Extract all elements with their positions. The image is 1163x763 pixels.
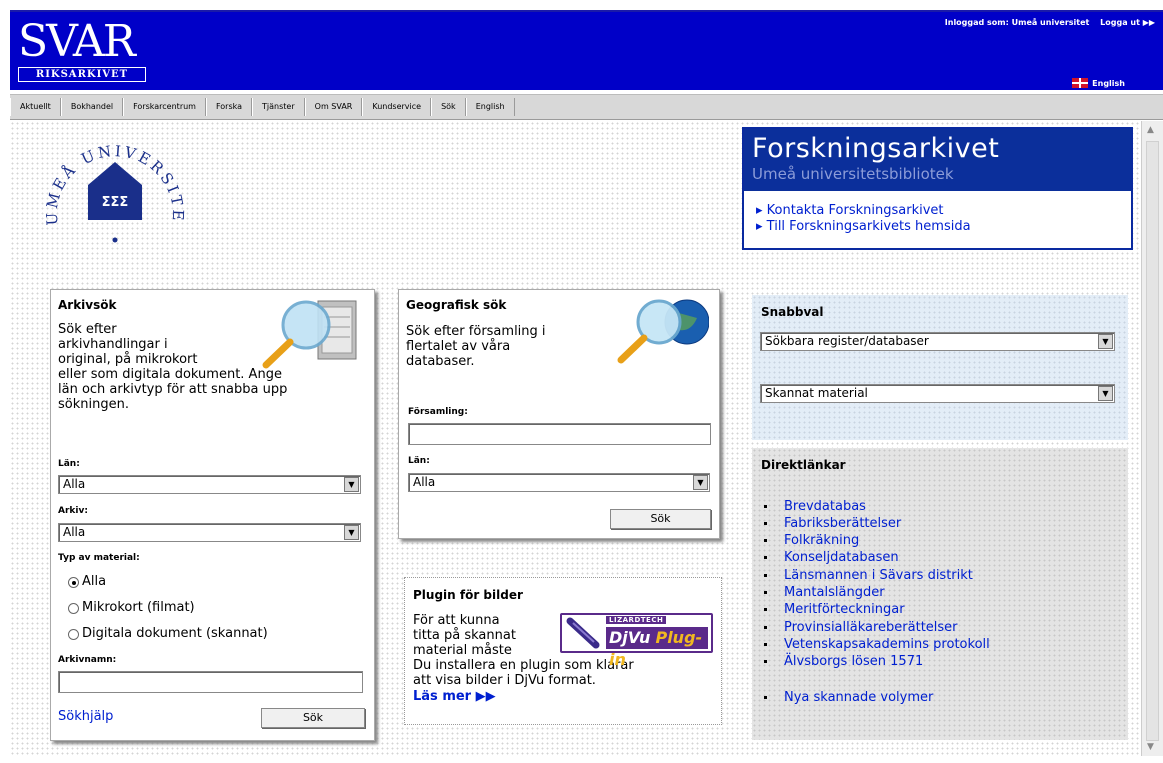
direktlank-brevdatabas[interactable]: Brevdatabas bbox=[764, 498, 866, 515]
direktlank-meritforteckningar[interactable]: Meritförteckningar bbox=[764, 601, 905, 618]
nav-aktuellt[interactable]: Aktuellt bbox=[10, 98, 61, 116]
nav-kundservice[interactable]: Kundservice bbox=[362, 98, 432, 116]
nav-tjanster[interactable]: Tjänster bbox=[252, 98, 305, 116]
radio-alla-label: Alla bbox=[82, 574, 107, 589]
direktlank-lansmannen[interactable]: Länsmannen i Sävars distrikt bbox=[764, 567, 973, 584]
geo-lan-select[interactable]: Alla ▼ bbox=[408, 473, 710, 492]
forsamling-input[interactable] bbox=[408, 423, 711, 445]
nav-english[interactable]: English bbox=[465, 98, 515, 116]
vertical-scrollbar[interactable]: ▲ ▼ bbox=[1141, 121, 1163, 756]
djvu-pen-icon bbox=[566, 617, 600, 649]
typ-radio-digitala[interactable]: Digitala dokument (skannat) bbox=[68, 626, 268, 642]
lan-select[interactable]: Alla ▼ bbox=[58, 475, 361, 494]
arkivsok-panel: Arkivsök Sök efter arkivhandlingar i ori… bbox=[50, 289, 375, 741]
geo-lan-dropdown-arrow-icon[interactable]: ▼ bbox=[693, 475, 708, 490]
plugin-info-box: Plugin för bilder För att kunna titta på… bbox=[404, 577, 722, 725]
geographic-search-magnifier-icon bbox=[617, 299, 709, 364]
snabbval-box: Snabbval Sökbara register/databaser ▼ Sk… bbox=[752, 295, 1128, 440]
english-label: English bbox=[1092, 78, 1125, 88]
forskningsarkivet-title: Forskningsarkivet bbox=[752, 133, 1000, 164]
djvu-text: DjVu bbox=[609, 628, 651, 647]
archive-search-magnifier-icon bbox=[262, 300, 357, 369]
nav-forska[interactable]: Forska bbox=[205, 98, 253, 116]
arkivsok-title: Arkivsök bbox=[58, 298, 117, 312]
typ-av-material-label: Typ av material: bbox=[58, 553, 140, 563]
main-nav: Aktuellt Bokhandel Forskarcentrum Forska… bbox=[10, 94, 1163, 120]
snabbval-title: Snabbval bbox=[761, 305, 824, 319]
sokbara-register-arrow-icon[interactable]: ▼ bbox=[1098, 334, 1113, 349]
scroll-down-arrow-icon[interactable]: ▼ bbox=[1147, 742, 1154, 752]
direktlank-fabriksberattelser[interactable]: Fabriksberättelser bbox=[764, 515, 901, 532]
skannat-material-value: Skannat material bbox=[765, 386, 868, 400]
arkivnamn-input[interactable] bbox=[58, 671, 363, 693]
radio-alla-icon[interactable] bbox=[68, 576, 79, 588]
radio-digitala-icon[interactable] bbox=[68, 628, 79, 640]
direktlank-provinsiallakare[interactable]: Provinsialläkareberättelser bbox=[764, 619, 958, 636]
riksarkivet-logo: RIKSARKIVET bbox=[18, 67, 146, 82]
english-language-link[interactable]: English bbox=[1072, 78, 1125, 88]
scroll-up-arrow-icon[interactable]: ▲ bbox=[1147, 125, 1154, 135]
direktlank-alvsborgs[interactable]: Älvsborgs lösen 1571 bbox=[764, 653, 923, 670]
typ-radio-alla[interactable]: Alla bbox=[68, 574, 106, 590]
direktlank-konseljdatabasen[interactable]: Konseljdatabasen bbox=[764, 549, 899, 566]
direktlankar-box: Direktlänkar Brevdatabas Fabriksberättel… bbox=[752, 448, 1128, 740]
nav-forskarcentrum[interactable]: Forskarcentrum bbox=[123, 98, 206, 116]
arkiv-dropdown-arrow-icon[interactable]: ▼ bbox=[344, 525, 359, 540]
skannat-material-select[interactable]: Skannat material ▼ bbox=[760, 384, 1115, 403]
djvu-plugin-banner: DjVu Plug-in bbox=[606, 627, 708, 669]
forskningsarkivet-box: Forskningsarkivet Umeå universitetsbibli… bbox=[742, 127, 1133, 250]
top-links: Inloggad som: Umeå universitet Logga ut … bbox=[937, 18, 1155, 27]
las-mer-link[interactable]: Läs mer ▶▶ bbox=[413, 689, 496, 704]
lan-label: Län: bbox=[58, 459, 80, 469]
lan-dropdown-arrow-icon[interactable]: ▼ bbox=[344, 477, 359, 492]
direktlank-nya-skannade-volymer[interactable]: Nya skannade volymer bbox=[764, 689, 933, 706]
forskningsarkivet-subtitle: Umeå universitetsbibliotek bbox=[752, 165, 954, 183]
radio-mikrokort-label: Mikrokort (filmat) bbox=[82, 600, 195, 615]
forskningsarkivet-header: Forskningsarkivet Umeå universitetsbibli… bbox=[744, 129, 1131, 191]
sokbara-register-value: Sökbara register/databaser bbox=[765, 334, 929, 348]
geografisk-description: Sök efter församling i flertalet av våra… bbox=[406, 324, 546, 369]
arkiv-select-value: Alla bbox=[63, 525, 86, 539]
nav-om-svar[interactable]: Om SVAR bbox=[304, 98, 363, 116]
nav-sok[interactable]: Sök bbox=[431, 98, 466, 116]
umea-university-logo: UMEÅ UNIVERSITET ΣΣΣ bbox=[40, 130, 184, 243]
uk-flag-icon bbox=[1072, 78, 1089, 88]
sokbara-register-select[interactable]: Sökbara register/databaser ▼ bbox=[760, 332, 1115, 351]
arkiv-select[interactable]: Alla ▼ bbox=[58, 523, 361, 542]
sokhjalp-link[interactable]: Sökhjälp bbox=[58, 709, 113, 724]
lan-select-value: Alla bbox=[63, 477, 86, 491]
geografisk-sok-panel: Geografisk sök Sök efter församling i fl… bbox=[398, 289, 720, 539]
geo-lan-label: Län: bbox=[408, 456, 430, 466]
arkivnamn-label: Arkivnamn: bbox=[58, 655, 117, 665]
lizardtech-label: LIZARDTECH bbox=[606, 616, 667, 624]
djvu-plugin-logo[interactable]: LIZARDTECH DjVu Plug-in bbox=[560, 613, 713, 669]
radio-mikrokort-icon[interactable] bbox=[68, 602, 79, 614]
university-emblem: ΣΣΣ bbox=[102, 195, 129, 210]
skannat-material-arrow-icon[interactable]: ▼ bbox=[1098, 386, 1113, 401]
geo-lan-select-value: Alla bbox=[413, 475, 436, 489]
site-header: SVAR RIKSARKIVET Inloggad som: Umeå univ… bbox=[10, 10, 1163, 90]
radio-digitala-label: Digitala dokument (skannat) bbox=[82, 626, 268, 641]
logged-in-label: Inloggad som: Umeå universitet bbox=[944, 18, 1090, 27]
kontakta-forskningsarkivet-link[interactable]: Kontakta Forskningsarkivet bbox=[756, 203, 1131, 219]
arkiv-label: Arkiv: bbox=[58, 506, 88, 516]
direktlank-vetenskapsakademins[interactable]: Vetenskapsakademins protokoll bbox=[764, 636, 990, 653]
logout-link[interactable]: Logga ut ▶▶ bbox=[1100, 18, 1155, 27]
typ-radio-mikrokort[interactable]: Mikrokort (filmat) bbox=[68, 600, 195, 616]
scrollbar-thumb[interactable] bbox=[1146, 141, 1159, 741]
forsamling-label: Församling: bbox=[408, 407, 468, 417]
direktlank-folkrakning[interactable]: Folkräkning bbox=[764, 532, 859, 549]
geografisk-search-button[interactable]: Sök bbox=[610, 509, 711, 529]
direktlankar-title: Direktlänkar bbox=[761, 458, 846, 472]
nav-bokhandel[interactable]: Bokhandel bbox=[60, 98, 124, 116]
geografisk-sok-title: Geografisk sök bbox=[406, 298, 507, 312]
plugin-title: Plugin för bilder bbox=[413, 588, 523, 602]
arkivsok-search-button[interactable]: Sök bbox=[261, 708, 365, 728]
svar-logo[interactable]: SVAR bbox=[18, 20, 136, 64]
forskningsarkivet-hemsida-link[interactable]: Till Forskningsarkivets hemsida bbox=[756, 219, 1131, 235]
direktlank-mantalslangder[interactable]: Mantalslängder bbox=[764, 584, 885, 601]
